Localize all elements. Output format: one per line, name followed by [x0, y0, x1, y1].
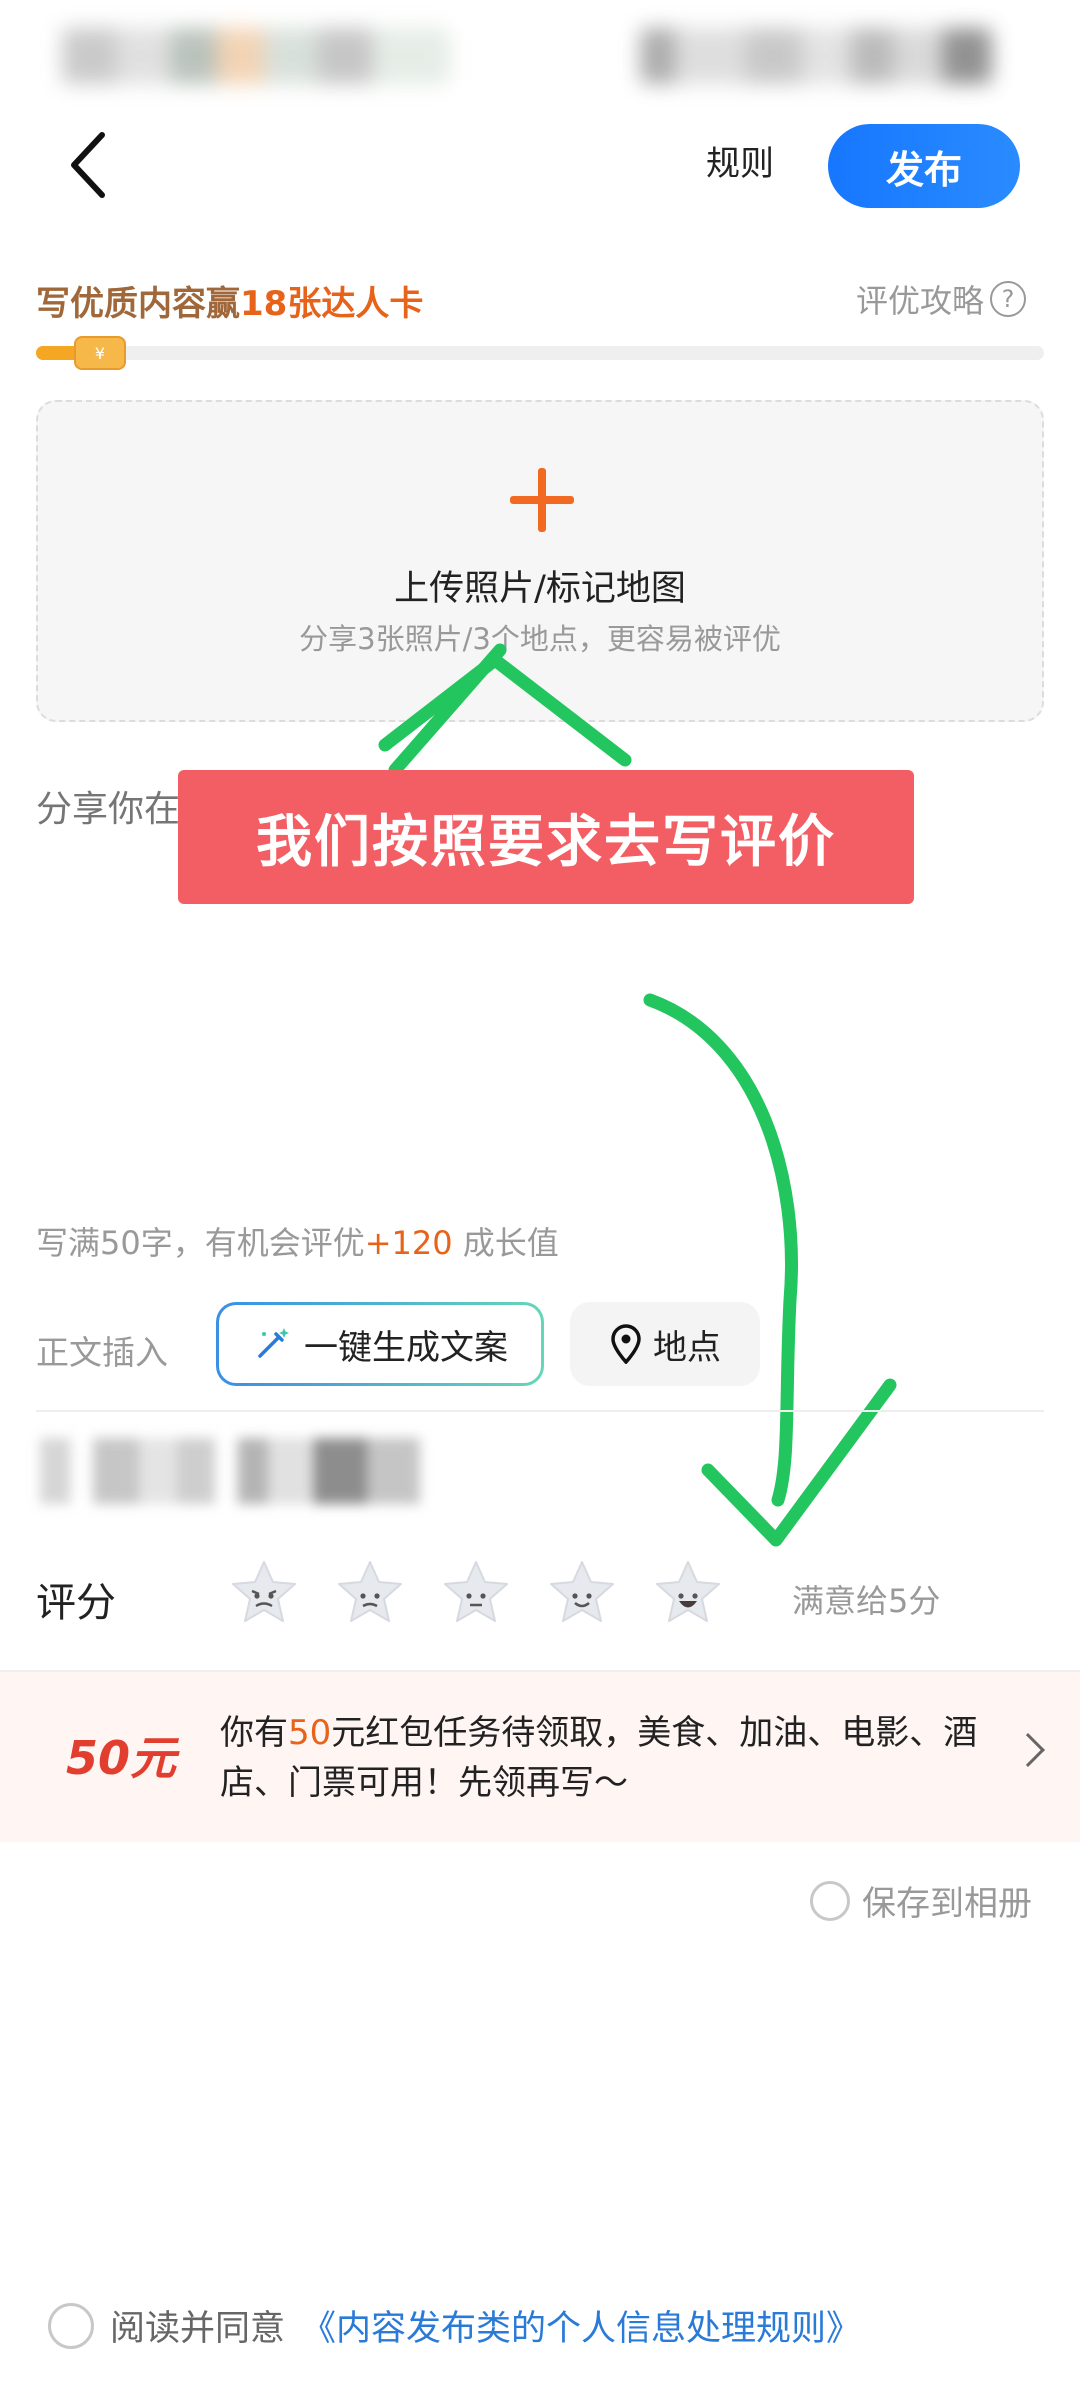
packet-text-prefix: 你有: [220, 1713, 288, 1753]
review-guide-link[interactable]: 评优攻略 ?: [856, 276, 1027, 322]
promo-progress-bar: [36, 346, 1044, 360]
packet-text-suffix: 元红包任务待领取，美食、加油、电影、酒店、门票可用！先领再写～: [220, 1713, 978, 1803]
status-bar-right-blurred: [640, 28, 992, 84]
upload-title: 上传照片/标记地图: [394, 569, 686, 609]
ai-generate-label: 一键生成文案: [304, 1327, 508, 1368]
rating-star-1-angry-icon[interactable]: [228, 1558, 300, 1630]
location-button[interactable]: 地点: [570, 1302, 760, 1386]
rating-label: 评分: [36, 1580, 116, 1626]
review-editor-page: 规则 发布 写优质内容赢18张达人卡 评优攻略 ? ¥ 上传照片/标记地图 分享…: [0, 0, 1080, 2396]
privacy-policy-link[interactable]: 《内容发布类的个人信息处理规则》: [301, 2300, 861, 2351]
chevron-right-icon: [1011, 1733, 1045, 1767]
rating-star-3-neutral-icon[interactable]: [440, 1558, 512, 1630]
packet-text: 你有50元红包任务待领取，美食、加油、电影、酒店、门票可用！先领再写～: [220, 1708, 990, 1808]
save-to-album-option[interactable]: 保存到相册: [810, 1876, 1032, 1925]
word-hint-highlight: +120: [364, 1224, 453, 1262]
ai-generate-button[interactable]: 一键生成文案: [216, 1302, 544, 1386]
magic-wand-icon: [258, 1328, 289, 1358]
rules-link[interactable]: 规则: [706, 136, 774, 185]
annotation-banner: 我们按照要求去写评价: [178, 770, 914, 904]
upload-subtitle: 分享3张照片/3个地点，更容易被评优: [299, 622, 781, 656]
plus-icon: [510, 468, 574, 532]
back-button[interactable]: [60, 125, 120, 205]
promo-title-prefix: 写优质内容赢: [36, 284, 240, 324]
rating-star-4-smile-icon[interactable]: [546, 1558, 618, 1630]
question-mark-icon: ?: [990, 281, 1027, 317]
upload-photo-box[interactable]: 上传照片/标记地图 分享3张照片/3个地点，更容易被评优: [36, 400, 1044, 722]
status-bar-left-blurred: [62, 28, 450, 84]
map-pin-icon: [611, 1324, 641, 1364]
divider: [36, 1410, 1044, 1412]
arrow-down-head: [701, 1378, 897, 1547]
coupon-icon: ¥: [74, 336, 126, 370]
rating-hint: 满意给5分: [792, 1582, 941, 1620]
location-label: 地点: [653, 1327, 721, 1368]
promo-title: 写优质内容赢18张达人卡: [36, 276, 423, 325]
promo-title-highlight: 18张达人卡: [240, 284, 424, 324]
packet-text-highlight: 50: [288, 1713, 332, 1753]
chevron-left-icon: [71, 132, 105, 198]
packet-amount: 50元: [66, 1731, 177, 1785]
red-packet-banner[interactable]: 50元 你有50元红包任务待领取，美食、加油、电影、酒店、门票可用！先领再写～: [0, 1672, 1080, 1842]
insert-label: 正文插入: [36, 1333, 168, 1372]
agreement-checkbox[interactable]: [48, 2302, 94, 2349]
agreement-row: 阅读并同意 《内容发布类的个人信息处理规则》: [48, 2300, 861, 2351]
agreement-prefix: 阅读并同意: [110, 2309, 286, 2349]
guide-label: 评优攻略: [856, 282, 985, 320]
word-hint-prefix: 写满50字，有机会评优: [36, 1224, 365, 1262]
rating-star-5-laugh-icon[interactable]: [652, 1558, 724, 1630]
word-count-hint: 写满50字，有机会评优+120 成长值: [36, 1218, 559, 1264]
save-album-label: 保存到相册: [862, 1884, 1032, 1924]
publish-button[interactable]: 发布: [828, 124, 1020, 208]
save-album-checkbox[interactable]: [810, 1880, 850, 1921]
word-hint-suffix: 成长值: [452, 1224, 559, 1262]
poi-name-blurred: [40, 1438, 420, 1504]
rating-star-2-frown-icon[interactable]: [334, 1558, 406, 1630]
